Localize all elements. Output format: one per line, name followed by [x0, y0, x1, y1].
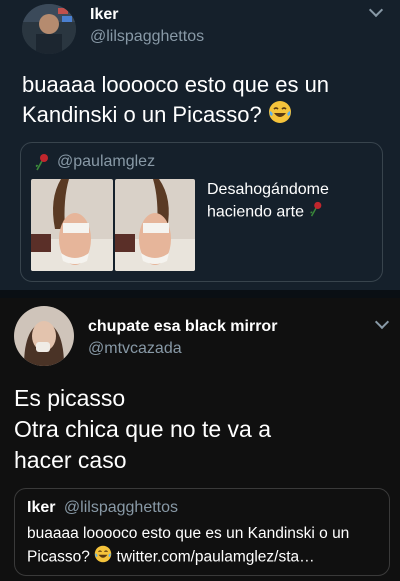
quoted-text-line-2: haciendo arte: [207, 201, 329, 224]
quoted-text-line-2: Picasso? twitter.com/paulamglez/sta…: [27, 545, 349, 570]
tweet-text: Es picasso Otra chica que no te va a hac…: [14, 383, 271, 476]
tweet-text-line-1: Es picasso: [14, 385, 126, 411]
quoted-image-1[interactable]: [31, 179, 113, 271]
quoted-tweet[interactable]: Iker @lilspagghettos buaaaa looooco esto…: [14, 488, 390, 576]
tweet-text: buaaaa looooco esto que es un Kandinski …: [22, 70, 372, 132]
avatar[interactable]: [14, 306, 74, 366]
rose-emoji-icon: [308, 201, 324, 224]
quoted-author: Iker @lilspagghettos: [27, 499, 178, 517]
quoted-text: Desahogándome haciendo arte: [207, 179, 329, 224]
laughing-tears-emoji-icon: [268, 100, 292, 132]
avatar-image: [22, 4, 76, 54]
quoted-text-line-2-prefix: Picasso?: [27, 548, 90, 566]
quoted-text-line-1: Desahogándome: [207, 181, 329, 198]
tweet-text-line-2: Otra chica que no te va a: [14, 416, 271, 442]
quoted-image-2[interactable]: [115, 179, 195, 271]
quoted-tweet[interactable]: @paulamglez Desahogándome haciendo arte: [20, 142, 383, 282]
rose-icon: [33, 153, 51, 176]
tweet-panel-2: chupate esa black mirror @mtvcazada Es p…: [0, 298, 400, 581]
divider: [0, 290, 400, 298]
chevron-down-icon[interactable]: [368, 2, 384, 18]
tweet-text-line-3: hacer caso: [14, 447, 127, 473]
author-name[interactable]: Iker: [90, 6, 118, 24]
quoted-text: buaaaa looooco esto que es un Kandinski …: [27, 523, 349, 570]
tweet-panel-1: Iker @lilspagghettos buaaaa looooco esto…: [0, 0, 400, 290]
quoted-text-line-2-content: haciendo arte: [207, 203, 304, 221]
author-handle[interactable]: @lilspagghettos: [90, 28, 204, 46]
author-name[interactable]: chupate esa black mirror: [88, 318, 277, 336]
quoted-author-handle[interactable]: @lilspagghettos: [64, 499, 178, 516]
avatar[interactable]: [22, 4, 76, 54]
author-handle[interactable]: @mtvcazada: [88, 340, 182, 358]
quoted-handle[interactable]: @paulamglez: [57, 153, 155, 171]
quoted-text-line-1: buaaaa looooco esto que es un Kandinski …: [27, 525, 350, 542]
quoted-link[interactable]: twitter.com/paulamglez/sta…: [117, 549, 315, 566]
laughing-tears-emoji-icon: [94, 545, 112, 570]
avatar-image: [14, 306, 74, 366]
chevron-down-icon[interactable]: [374, 314, 390, 330]
quoted-author-name[interactable]: Iker: [27, 499, 55, 516]
